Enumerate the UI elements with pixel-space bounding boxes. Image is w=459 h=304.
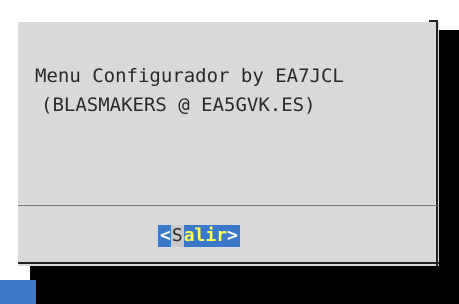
message-line-1: Menu Configurador by EA7JCL <box>35 65 344 87</box>
dialog-shadow-bottom <box>30 266 459 280</box>
message-line-2: (BLASMAKERS @ EA5GVK.ES) <box>41 94 316 116</box>
button-hotkey: S <box>170 225 184 247</box>
terminal-screen: Menu Configurador by EA7JCL (BLASMAKERS … <box>0 0 459 304</box>
button-close-bracket: > <box>227 225 238 246</box>
salir-button[interactable]: < Salir > <box>158 225 240 247</box>
dialog-shadow-right <box>439 30 459 280</box>
button-open-bracket: < <box>160 225 171 246</box>
dialog-bottom-border <box>18 262 439 264</box>
backtitle-strip <box>0 280 36 304</box>
button-label: alir <box>183 225 228 246</box>
dialog-message: Menu Configurador by EA7JCL (BLASMAKERS … <box>18 62 439 178</box>
screen-bottom-band <box>0 280 459 304</box>
dialog-top-right-tick <box>429 20 438 22</box>
dialog-top-border <box>18 20 439 22</box>
dialog-separator <box>18 205 439 206</box>
